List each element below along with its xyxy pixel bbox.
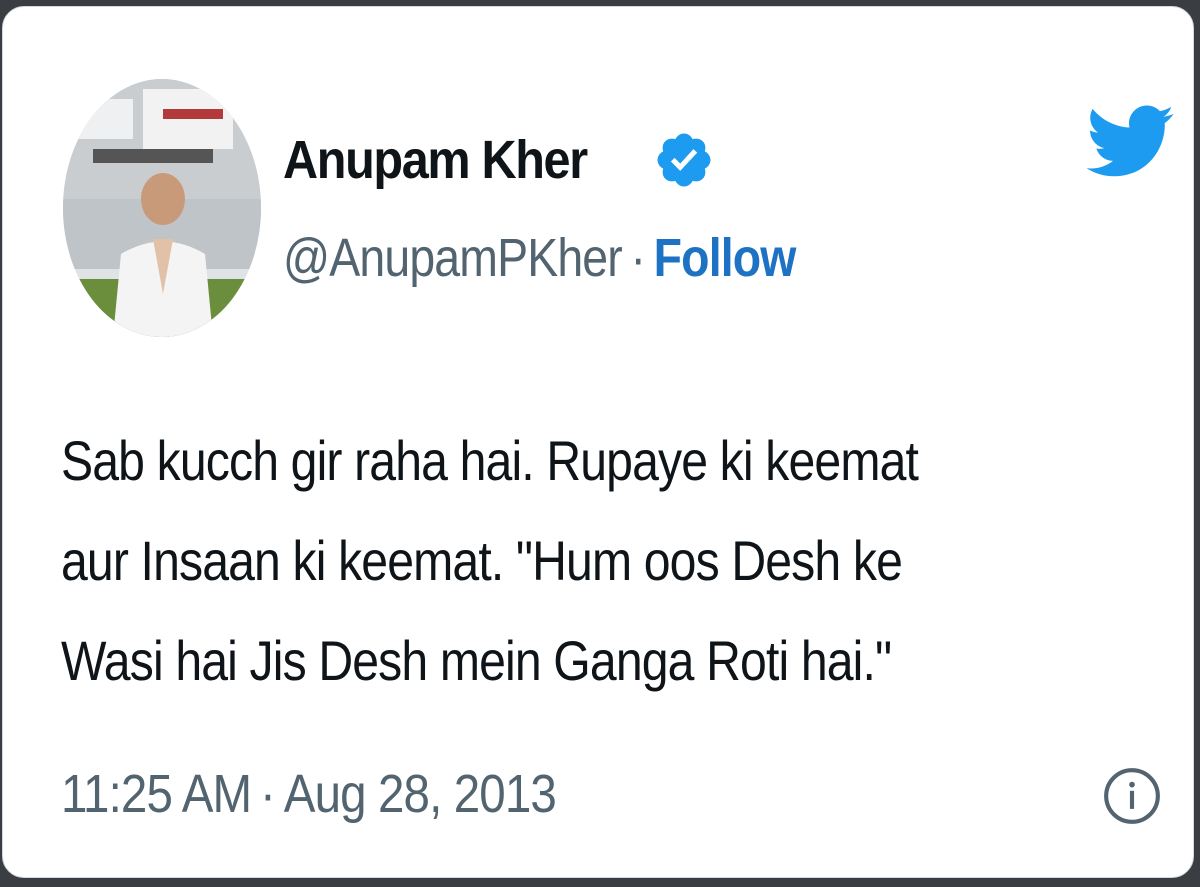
- avatar-image: [63, 79, 261, 337]
- page: Anupam Kher @AnupamPKher · Follow Sab ku…: [0, 0, 1200, 887]
- tweet-text-line: Wasi hai Jis Desh mein Ganga Roti hai.": [61, 629, 892, 692]
- tweet-date: Aug 28, 2013: [283, 764, 557, 824]
- handle-separator: ·: [630, 228, 646, 288]
- author-handle[interactable]: @AnupamPKher: [283, 227, 623, 289]
- info-icon[interactable]: [1101, 765, 1163, 827]
- follow-button[interactable]: Follow: [654, 227, 797, 289]
- tweet-time: 11:25 AM: [61, 764, 252, 824]
- tweet-text: Sab kucch gir raha hai. Rupaye ki keemat…: [61, 411, 1076, 711]
- avatar[interactable]: [63, 79, 261, 337]
- tweet-text-line: Sab kucch gir raha hai. Rupaye ki keemat: [61, 429, 919, 492]
- timestamp-separator: ·: [260, 764, 276, 824]
- author-handle-row: @AnupamPKher · Follow: [283, 225, 796, 291]
- verified-badge-icon: [657, 133, 711, 187]
- twitter-bird-icon[interactable]: [1083, 91, 1175, 191]
- tweet-timestamp[interactable]: 11:25 AM · Aug 28, 2013: [61, 759, 557, 829]
- tweet-card[interactable]: Anupam Kher @AnupamPKher · Follow Sab ku…: [2, 6, 1194, 878]
- author-display-name[interactable]: Anupam Kher: [283, 129, 588, 191]
- tweet-text-line: aur Insaan ki keemat. "Hum oos Desh ke: [61, 529, 903, 592]
- author-name-row: Anupam Kher: [283, 125, 711, 195]
